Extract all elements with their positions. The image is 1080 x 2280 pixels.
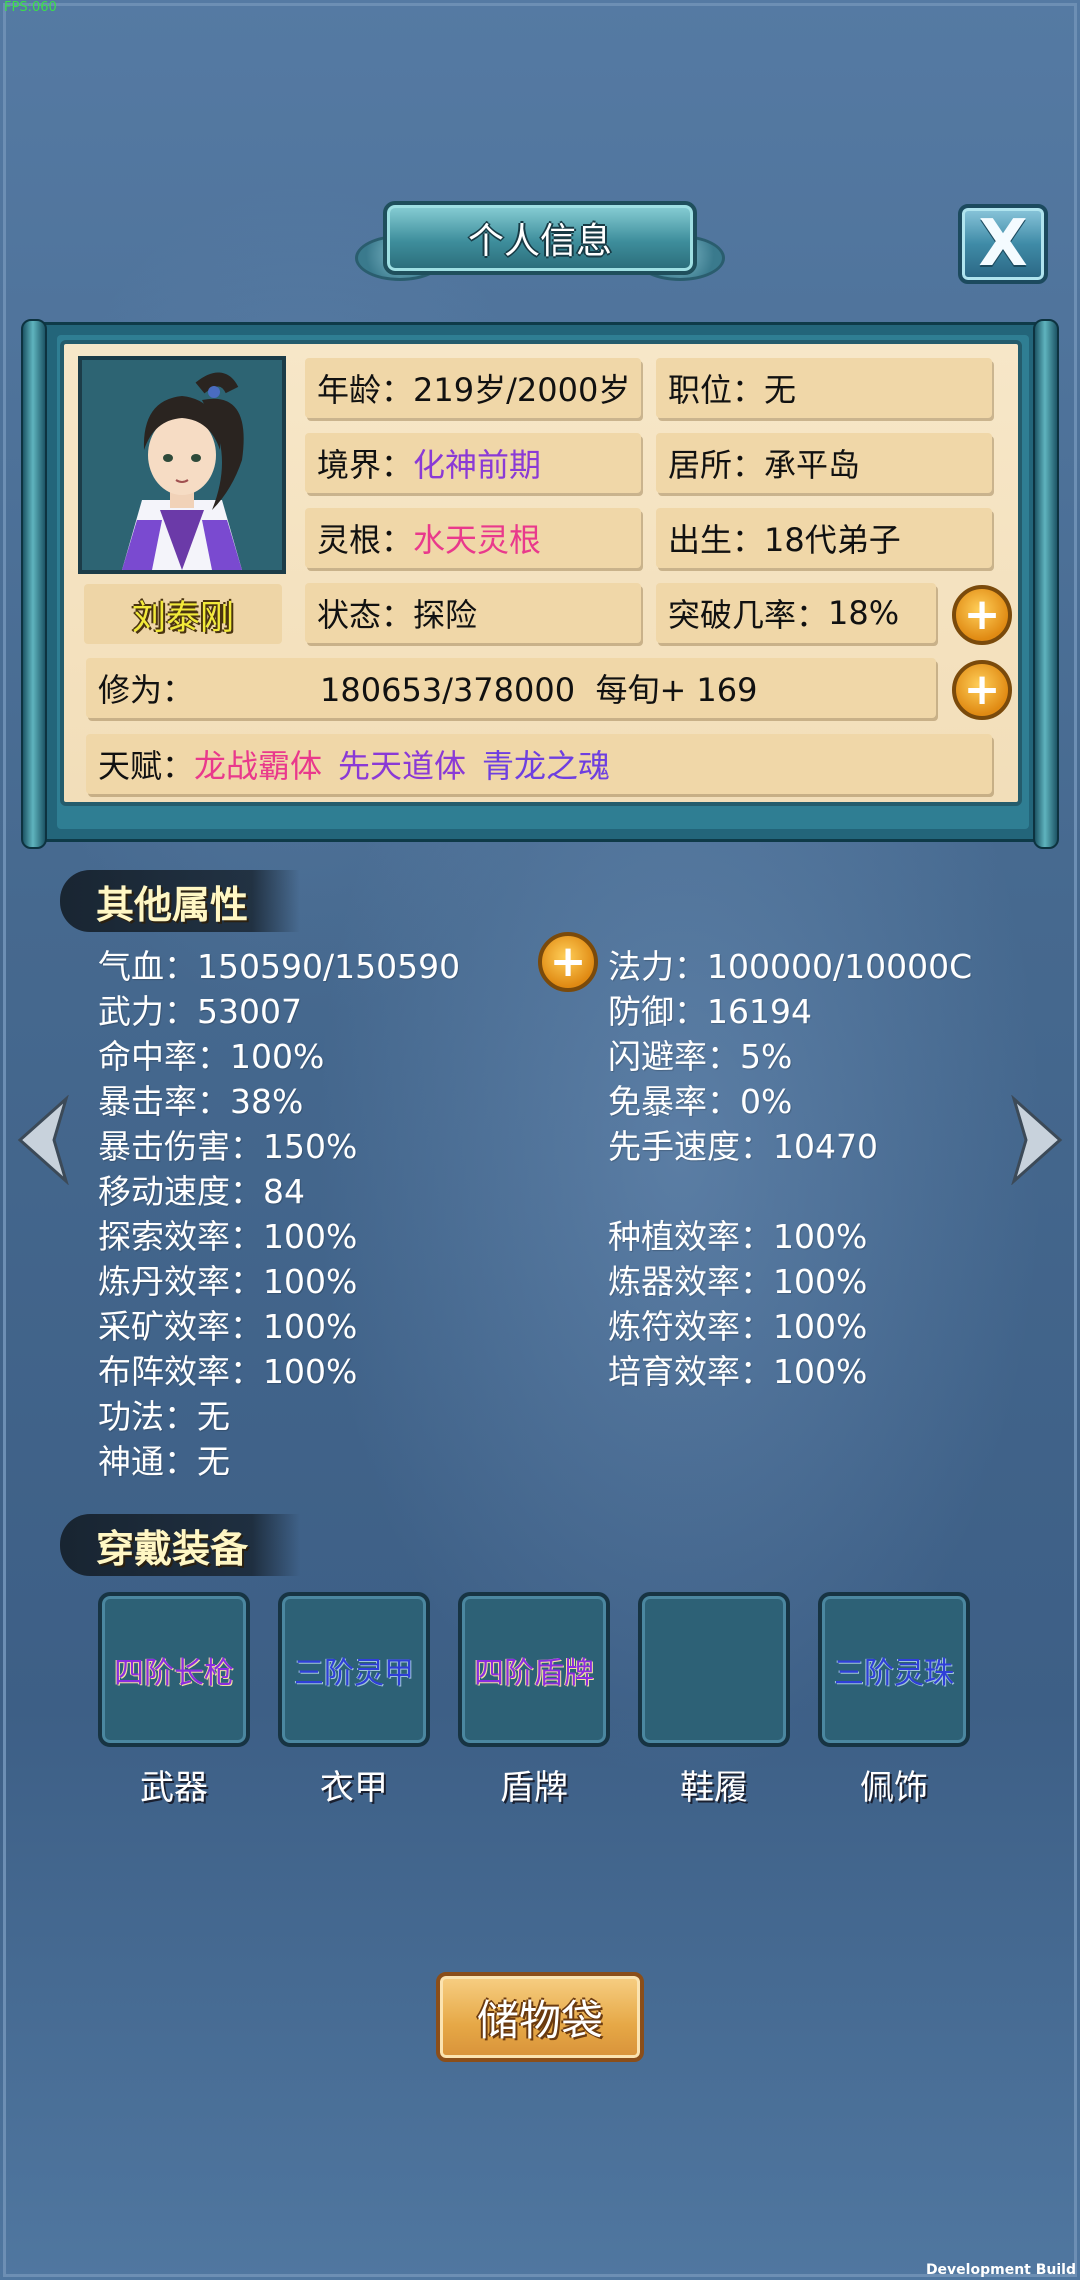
equip-slot-weapon[interactable]: 四阶长枪 <box>98 1592 250 1747</box>
stat-left: 炼丹效率：100% <box>98 1262 358 1301</box>
realm-field: 境界： 化神前期 <box>305 433 641 493</box>
stat-right: 炼符效率：100% <box>608 1307 868 1346</box>
stat-right: 培育效率：100% <box>608 1352 868 1391</box>
title-banner: 个人信息 <box>355 195 725 290</box>
cultivation-label: 修为： <box>98 671 195 709</box>
hp-plus-button[interactable]: + <box>538 932 598 992</box>
stat-left: 暴击率：38% <box>98 1082 304 1121</box>
residence-field: 居所： 承平岛 <box>656 433 992 493</box>
breakthrough-plus-button[interactable]: + <box>952 585 1012 645</box>
character-portrait <box>78 356 286 574</box>
stat-left: 移动速度：84 <box>98 1172 305 1211</box>
state-label: 状态： <box>317 596 414 634</box>
origin-value: 18代弟子 <box>764 521 901 559</box>
stat-left: 布阵效率：100% <box>98 1352 358 1391</box>
residence-value: 承平岛 <box>764 446 861 484</box>
stat-left: 采矿效率：100% <box>98 1307 358 1346</box>
equip-label-shield: 盾牌 <box>500 1768 568 1808</box>
realm-label: 境界： <box>317 446 414 484</box>
close-button[interactable]: X <box>958 204 1048 284</box>
equip-slot-accessory[interactable]: 三阶灵珠 <box>818 1592 970 1747</box>
stat-right: 先手速度：10470 <box>608 1127 878 1166</box>
chevron-left-icon <box>17 1094 69 1186</box>
stat-left: 功法：无 <box>98 1397 230 1436</box>
stat-right: 闪避率：5% <box>608 1037 793 1076</box>
dev-build-label: Development Build <box>925 2262 1076 2278</box>
equip-label-accessory: 佩饰 <box>860 1768 928 1808</box>
equipment-heading: 穿戴装备 <box>60 1514 300 1576</box>
storage-bag-button[interactable]: 储物袋 <box>436 1972 644 2062</box>
scroll-rod-left <box>21 319 47 849</box>
stat-right: 种植效率：100% <box>608 1217 868 1256</box>
origin-field: 出生： 18代弟子 <box>656 508 992 568</box>
stat-left: 命中率：100% <box>98 1037 325 1076</box>
stat-left: 暴击伤害：150% <box>98 1127 358 1166</box>
position-field: 职位： 无 <box>656 358 992 418</box>
stat-left: 探索效率：100% <box>98 1217 358 1256</box>
plus-icon: + <box>963 589 1001 640</box>
stat-right: 法力：100000/10000C <box>608 947 973 986</box>
breakthrough-value: 18% <box>828 594 900 632</box>
equip-slot-shield[interactable]: 四阶盾牌 <box>458 1592 610 1747</box>
age-label: 年龄： <box>317 371 414 409</box>
talent-item: 龙战霸体 <box>194 747 323 785</box>
prev-page-button[interactable] <box>14 1094 74 1186</box>
talent-item: 青龙之魂 <box>482 747 611 785</box>
position-value: 无 <box>764 371 797 409</box>
character-name: 刘泰刚 <box>84 584 282 644</box>
chevron-right-icon <box>1011 1094 1063 1186</box>
residence-label: 居所： <box>668 446 765 484</box>
other-attributes-heading: 其他属性 <box>60 870 300 932</box>
equip-slot-armor[interactable]: 三阶灵甲 <box>278 1592 430 1747</box>
page-title: 个人信息 <box>383 201 697 275</box>
spirit-root-value: 水天灵根 <box>413 521 542 559</box>
state-field: 状态： 探险 <box>305 583 641 643</box>
age-field: 年龄： 219岁/2000岁 <box>305 358 641 418</box>
fps-counter: FPS:060 <box>4 0 57 15</box>
state-value: 探险 <box>413 596 478 634</box>
scroll-rod-right <box>1033 319 1059 849</box>
spirit-root-field: 灵根： 水天灵根 <box>305 508 641 568</box>
stat-left: 气血：150590/150590 <box>98 947 461 986</box>
stat-right: 免暴率：0% <box>608 1082 793 1121</box>
position-label: 职位： <box>668 371 765 409</box>
equip-label-armor: 衣甲 <box>320 1768 388 1808</box>
plus-icon: + <box>549 936 587 987</box>
next-page-button[interactable] <box>1006 1094 1066 1186</box>
talent-item: 先天道体 <box>338 747 467 785</box>
breakthrough-field: 突破几率： 18% <box>656 583 936 643</box>
origin-label: 出生： <box>668 521 765 559</box>
realm-value: 化神前期 <box>413 446 542 484</box>
stat-left: 神通：无 <box>98 1442 230 1481</box>
equip-label-weapon: 武器 <box>140 1768 208 1808</box>
breakthrough-label: 突破几率： <box>668 596 829 634</box>
close-icon: X <box>978 207 1028 281</box>
spirit-root-label: 灵根： <box>317 521 414 559</box>
age-value: 219岁/2000岁 <box>413 371 631 409</box>
stat-right: 防御：16194 <box>608 992 812 1031</box>
talent-label: 天赋： <box>98 747 195 785</box>
stat-right: 炼器效率：100% <box>608 1262 868 1301</box>
stat-left: 武力：53007 <box>98 992 302 1031</box>
equip-slot-shoes[interactable] <box>638 1592 790 1747</box>
equip-label-shoes: 鞋履 <box>680 1768 748 1808</box>
plus-icon: + <box>963 664 1001 715</box>
cultivation-value: 180653/378000 每旬+ 169 <box>320 671 758 709</box>
talent-field: 天赋： 龙战霸体 先天道体 青龙之魂 <box>86 734 992 794</box>
cultivation-field: 修为： 180653/378000 每旬+ 169 <box>86 658 936 718</box>
cultivation-plus-button[interactable]: + <box>952 660 1012 720</box>
